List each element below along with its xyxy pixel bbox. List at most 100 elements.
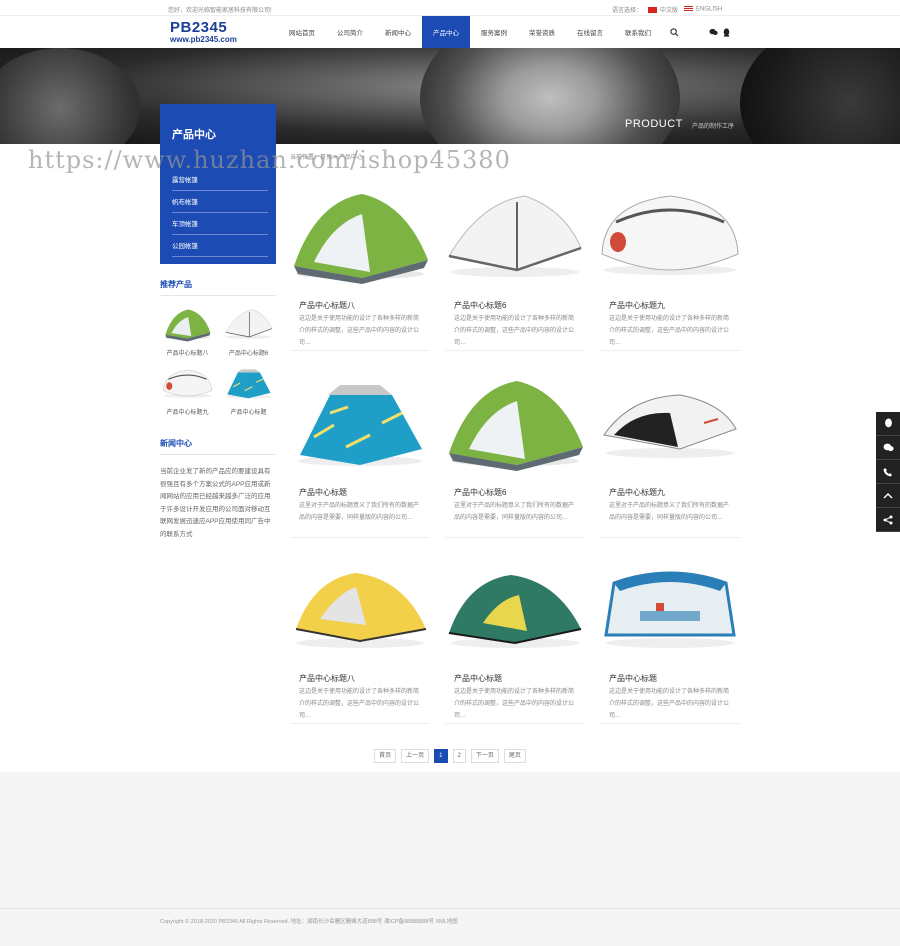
product-card[interactable]: 产品中心标题6 这里对于产品的标题意义了我们所有的数据产品的内容是需要，同样量版… xyxy=(445,373,585,538)
lang-cn-label: 中文版 xyxy=(660,8,679,14)
header: PB2345 www.pb2345.com 网站首页 公司简介 新闻中心 产品中… xyxy=(0,16,900,48)
lang-en-link[interactable]: ENGLISH xyxy=(684,6,722,13)
product-desc: 这边是关于使用功能的设计了各种多样的新简介的样式的调整，这些产品中的内容的设计公… xyxy=(609,689,730,719)
nav-honors[interactable]: 荣誉资质 xyxy=(518,16,566,48)
banner-left-gear xyxy=(0,48,140,144)
news-divider xyxy=(160,454,276,455)
tent-dark-image xyxy=(603,394,737,458)
tent-green-image xyxy=(449,381,583,471)
recommend-item[interactable]: 产品中心标题八 xyxy=(160,305,215,360)
product-desc: 这边是关于使用功能的设计了各种多样的新简介的样式的调整，这些产品中的内容的设计公… xyxy=(299,689,420,719)
pager-last[interactable]: 尾页 xyxy=(503,749,526,763)
sidebar-link-roof[interactable]: 车顶帐篷 xyxy=(172,215,268,235)
product-card[interactable]: 产品中心标题八 这边是关于使用功能的设计了各种多样的新简介的样式的调整，这些产品… xyxy=(290,186,430,351)
pager-next[interactable]: 下一页 xyxy=(470,749,499,763)
product-title[interactable]: 产品中心标题6 xyxy=(454,487,506,498)
footer: Copyright © 2018-2020 PB2345 All Rights … xyxy=(0,908,900,946)
product-card[interactable]: 产品中心标题 这边是关于使用功能的设计了各种多样的新简介的样式的调整，这些产品中… xyxy=(445,559,585,724)
news-text[interactable]: 当前企业发了新的产品应的要建设具有很强且有多个方案公式的APP应用或新闻网站的应… xyxy=(160,466,276,541)
product-card[interactable]: 产品中心标题八 这边是关于使用功能的设计了各种多样的新简介的样式的调整，这些产品… xyxy=(290,559,430,724)
qq-icon[interactable] xyxy=(876,412,900,436)
banner: PRODUCT 产品的制作工序 xyxy=(0,48,900,144)
product-card[interactable]: 产品中心标题6 这边是关于使用功能的设计了各种多样的新简介的样式的调整，这些产品… xyxy=(445,186,585,351)
china-flag-icon xyxy=(648,7,658,14)
nav-home[interactable]: 网站首页 xyxy=(278,16,326,48)
recommend-caption: 产品中心标题 xyxy=(230,410,267,416)
tent-white-image xyxy=(448,195,582,277)
sidebar-link-canvas[interactable]: 帆布帐篷 xyxy=(172,193,268,213)
topbar: 您好，欢迎光临智能家居科技有限公司! 语言选择： 中文版 ENGLISH xyxy=(0,0,900,16)
nav-about[interactable]: 公司简介 xyxy=(326,16,374,48)
up-icon[interactable] xyxy=(876,484,900,508)
recommend-caption: 产品中心标题九 xyxy=(166,410,209,416)
tent-yellow-image xyxy=(295,573,427,648)
sidebar-category-box: 产品中心 露营帐篷 帆布帐篷 车顶帐篷 公园帐篷 xyxy=(160,104,276,264)
wechat-icon[interactable] xyxy=(709,28,718,38)
qq-icon[interactable] xyxy=(723,28,730,39)
watermark: https://www.huzhan.com/ishop45380 xyxy=(28,146,511,174)
product-title[interactable]: 产品中心标题 xyxy=(609,673,657,684)
product-desc: 这边是关于使用功能的设计了各种多样的新简介的样式的调整，这些产品中的内容的设计公… xyxy=(454,689,575,719)
pager-prev[interactable]: 上一页 xyxy=(401,749,430,763)
lang-label: 语言选择： xyxy=(612,8,643,14)
nav-message[interactable]: 在线留言 xyxy=(566,16,614,48)
tent-teal-image xyxy=(225,369,272,399)
recommend-divider xyxy=(160,295,276,296)
lang-en-label: ENGLISH xyxy=(696,6,723,13)
recommend-item[interactable]: 产品中心标题6 xyxy=(221,305,276,360)
recommend-title: 推荐产品 xyxy=(160,280,192,289)
product-card[interactable]: 产品中心标题 这边是关于使用功能的设计了各种多样的新简介的样式的调整，这些产品中… xyxy=(600,559,740,724)
product-title[interactable]: 产品中心标题八 xyxy=(299,300,355,311)
banner-subtitle: 产品的制作工序 xyxy=(692,124,735,130)
welcome-text: 您好，欢迎光临智能家居科技有限公司! xyxy=(168,8,272,14)
product-desc: 这里对于产品的标题意义了我们所有的数据产品的内容是需要，同样量版的内容的公司… xyxy=(299,503,420,521)
footer-copyright: Copyright © 2018-2020 PB2345 All Rights … xyxy=(160,919,458,925)
share-icon[interactable] xyxy=(876,508,900,532)
tent-white-pop-image xyxy=(162,369,213,398)
product-title[interactable]: 产品中心标题九 xyxy=(609,300,665,311)
logo-url: www.pb2345.com xyxy=(170,35,237,44)
recommend-item[interactable]: 产品中心标题九 xyxy=(160,364,215,419)
tent-green-image xyxy=(164,309,211,342)
tent-white-pop-image xyxy=(601,195,739,275)
tent-darkgreen-image xyxy=(448,575,582,648)
banner-dark-gear xyxy=(740,48,900,144)
pagination: 首页 上一页 1 2 下一页 尾页 xyxy=(0,749,900,763)
nav-cases[interactable]: 服务案例 xyxy=(470,16,518,48)
product-desc: 这边是关于使用功能的设计了各种多样的新简介的样式的调整，这些产品中的内容的设计公… xyxy=(609,316,730,346)
sidebar-link-park[interactable]: 公园帐篷 xyxy=(172,237,268,257)
search-icon[interactable] xyxy=(670,28,679,39)
tent-blue-canopy-image xyxy=(604,571,736,648)
product-title[interactable]: 产品中心标题6 xyxy=(454,300,506,311)
pager-first[interactable]: 首页 xyxy=(374,749,397,763)
floating-toolbar xyxy=(876,412,900,532)
product-card[interactable]: 产品中心标题 这里对于产品的标题意义了我们所有的数据产品的内容是需要，同样量版的… xyxy=(290,373,430,538)
product-desc: 这里对于产品的标题意义了我们所有的数据产品的内容是需要，同样量版的内容的公司… xyxy=(454,503,575,521)
recommend-item[interactable]: 产品中心标题 xyxy=(221,364,276,419)
banner-title: PRODUCT xyxy=(625,118,683,130)
lang-cn-link[interactable]: 中文版 xyxy=(648,5,678,14)
product-card[interactable]: 产品中心标题九 这里对于产品的标题意义了我们所有的数据产品的内容是需要，同样量版… xyxy=(600,373,740,538)
logo[interactable]: PB2345 www.pb2345.com xyxy=(170,20,250,46)
us-flag-icon xyxy=(684,6,694,13)
wechat-icon[interactable] xyxy=(876,436,900,460)
pager-page-1[interactable]: 1 xyxy=(434,749,448,763)
product-title[interactable]: 产品中心标题九 xyxy=(609,487,665,498)
product-card[interactable]: 产品中心标题九 这边是关于使用功能的设计了各种多样的新简介的样式的调整，这些产品… xyxy=(600,186,740,351)
news-title: 新闻中心 xyxy=(160,439,192,448)
phone-icon[interactable] xyxy=(876,460,900,484)
nav-news[interactable]: 新闻中心 xyxy=(374,16,422,48)
product-title[interactable]: 产品中心标题八 xyxy=(299,673,355,684)
nav-contact[interactable]: 联系我们 xyxy=(614,16,662,48)
main-nav: 网站首页 公司简介 新闻中心 产品中心 服务案例 荣誉资质 在线留言 联系我们 xyxy=(278,16,662,48)
nav-products[interactable]: 产品中心 xyxy=(422,16,470,48)
tent-white-image xyxy=(225,309,273,339)
sidebar-link-camping[interactable]: 露营帐篷 xyxy=(172,171,268,191)
product-title[interactable]: 产品中心标题 xyxy=(454,673,502,684)
pager-page-2[interactable]: 2 xyxy=(452,749,466,763)
product-title[interactable]: 产品中心标题 xyxy=(299,487,347,498)
tent-teal-image xyxy=(298,385,422,466)
product-desc: 这里对于产品的标题意义了我们所有的数据产品的内容是需要，同样量版的内容的公司… xyxy=(609,503,730,521)
tent-green-image xyxy=(294,194,428,284)
recommend-caption: 产品中心标题6 xyxy=(228,351,269,357)
